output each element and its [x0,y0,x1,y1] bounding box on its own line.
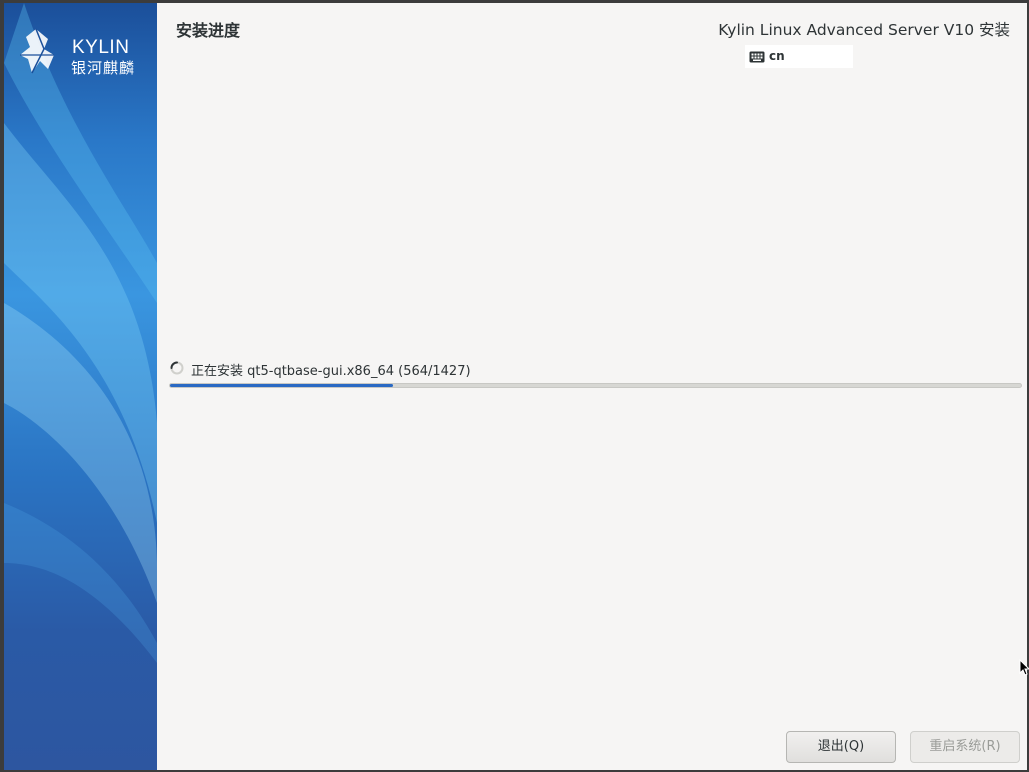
install-progress-fill [170,384,393,387]
page-title: 安装进度 [176,21,241,40]
quit-button[interactable]: 退出(Q) [786,731,896,763]
kylin-logo: KYLIN 银河麒麟 [18,25,148,81]
installer-window: KYLIN 银河麒麟 安装进度 Kylin Linux Advanced Ser… [4,3,1027,770]
keyboard-icon [749,51,765,63]
sidebar-background-art [4,3,157,663]
mouse-pointer-icon [1019,659,1029,676]
keyboard-layout-label: cn [769,49,785,63]
keyboard-layout-indicator[interactable]: cn [745,45,853,68]
spinner-icon [170,361,184,375]
kylin-mark-icon [20,28,54,74]
reboot-button[interactable]: 重启系统(R) [910,731,1020,763]
install-progress-bar [169,383,1022,388]
install-status-text: 正在安装 qt5-qtbase-gui.x86_64 (564/1427) [191,364,471,379]
product-title: Kylin Linux Advanced Server V10 安装 [718,21,1010,39]
logo-subtext: 银河麒麟 [71,59,136,77]
sidebar: KYLIN 银河麒麟 [4,3,157,770]
logo-text: KYLIN [72,37,130,58]
